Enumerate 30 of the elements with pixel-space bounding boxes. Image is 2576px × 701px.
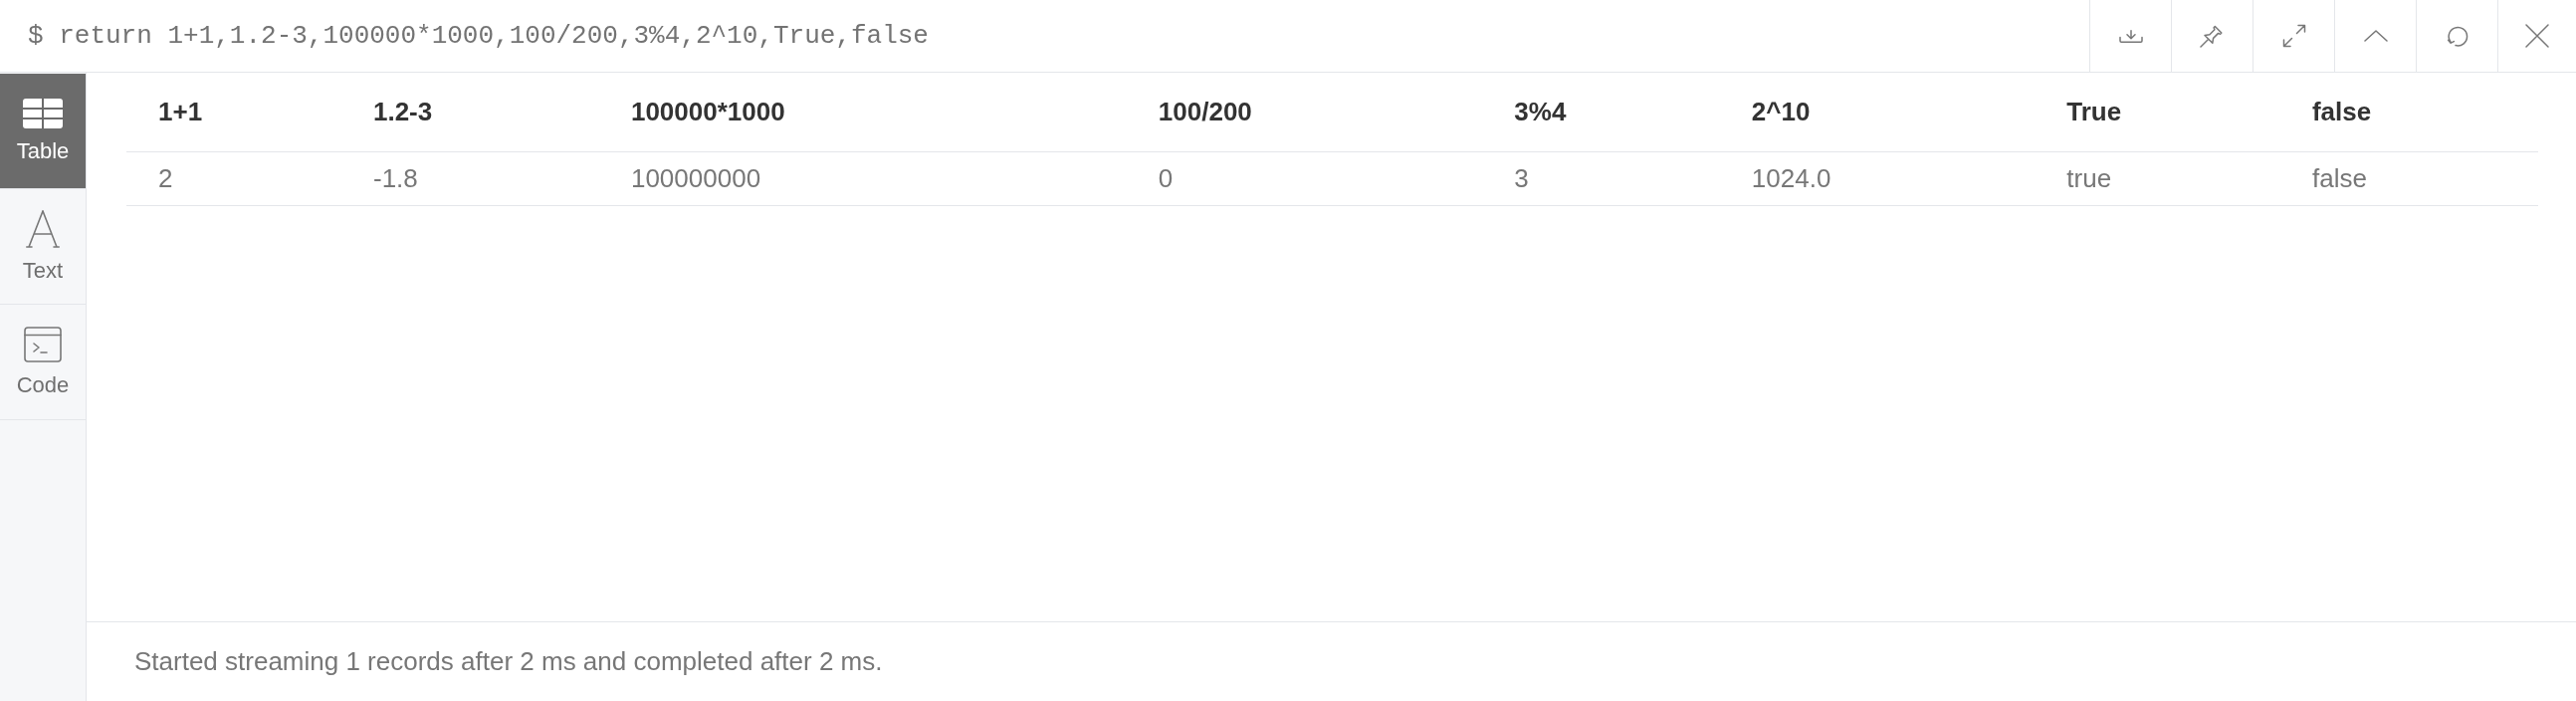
view-tab[interactable]: Table [0, 74, 86, 189]
view-tab[interactable]: Code [0, 305, 86, 420]
download-icon [2118, 29, 2143, 43]
table-icon [23, 98, 63, 128]
command-text: $ return 1+1,1.2-3,100000*1000,100/200,3%4,2^10,True,false [27, 21, 930, 51]
table-cell: -1.8 [340, 151, 599, 206]
letter-a-icon [26, 209, 60, 248]
refresh-icon [2446, 25, 2469, 47]
column-header: 3%4 [1482, 73, 1720, 152]
terminal-icon [24, 326, 62, 362]
column-header: false [2279, 73, 2538, 152]
close-icon [2525, 24, 2549, 48]
table-cell: true [2035, 151, 2280, 206]
table-cell: false [2279, 151, 2538, 206]
chevron-up-icon [2363, 30, 2388, 42]
column-header: 1+1 [126, 73, 341, 152]
table-cell: 1024.0 [1719, 151, 2036, 206]
table-cell: 0 [1126, 151, 1483, 206]
column-header: 100/200 [1126, 73, 1483, 152]
column-header: 1.2-3 [340, 73, 599, 152]
column-header: 100000*1000 [598, 73, 1127, 152]
pushpin-icon [2200, 24, 2225, 48]
column-header: 2^10 [1719, 73, 2036, 152]
table-cell: 2 [126, 151, 341, 206]
status-text: Started streaming 1 records after 2 ms and completed after 2 ms. [134, 646, 883, 677]
column-header: True [2035, 73, 2280, 152]
table-cell: 3 [1482, 151, 1720, 206]
view-tab[interactable]: Text [0, 189, 86, 305]
table-cell: 100000000 [598, 151, 1127, 206]
expand-arrows-icon [2281, 24, 2306, 48]
